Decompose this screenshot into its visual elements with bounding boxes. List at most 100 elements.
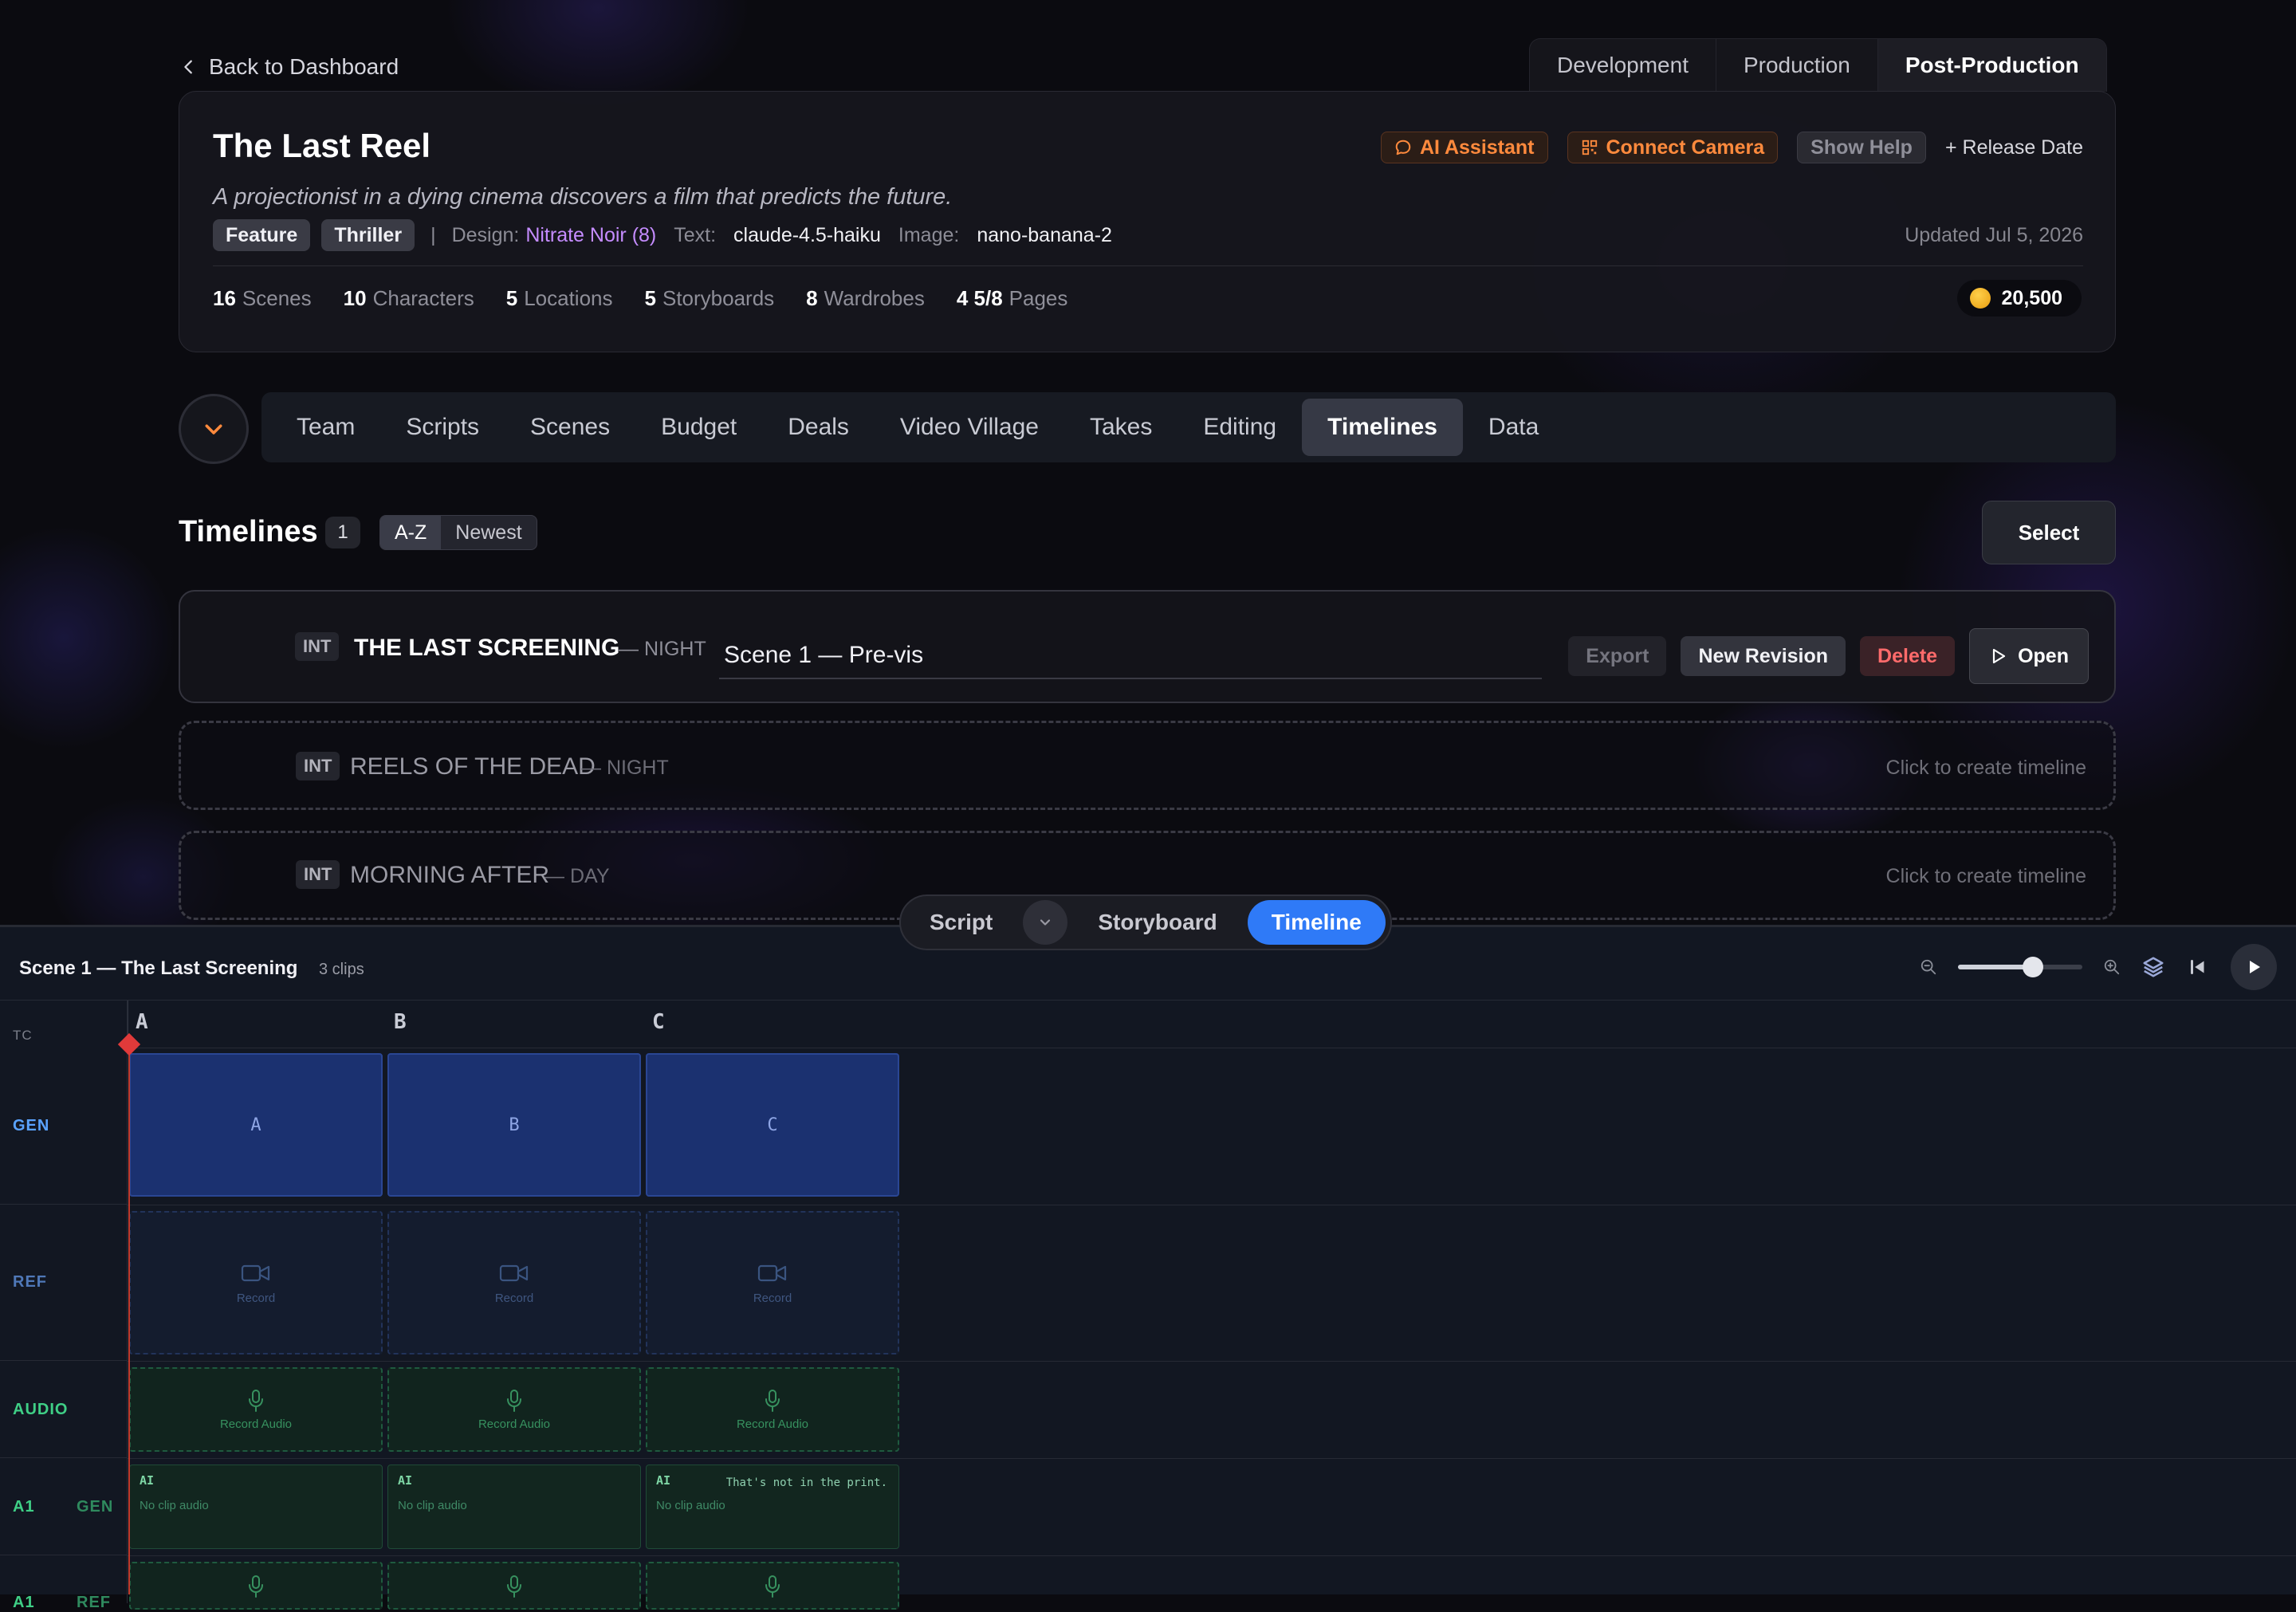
select-button[interactable]: Select xyxy=(1982,501,2116,564)
audio-record-slot[interactable]: Record Audio xyxy=(387,1367,641,1452)
design-label: Design: xyxy=(451,223,520,246)
tab-post-production[interactable]: Post-Production xyxy=(1877,39,2106,92)
timeline-ruler[interactable]: A B C xyxy=(128,1001,2296,1048)
zoom-in-icon[interactable] xyxy=(2103,958,2121,976)
nav-scenes[interactable]: Scenes xyxy=(505,399,635,456)
ref-record-slot[interactable]: Record xyxy=(646,1211,899,1354)
scene-name: REELS OF THE DEAD xyxy=(350,753,596,780)
no-clip-audio-note: No clip audio xyxy=(140,1499,209,1512)
mode-timeline[interactable]: Timeline xyxy=(1247,900,1386,945)
record-audio-label: Record Audio xyxy=(478,1417,551,1431)
playhead-line xyxy=(128,1044,130,1594)
project-logline: A projectionist in a dying cinema discov… xyxy=(213,184,953,210)
chevron-left-icon xyxy=(184,60,192,74)
collapse-toggle-button[interactable] xyxy=(179,394,249,464)
divider xyxy=(213,265,2083,266)
nav-scripts[interactable]: Scripts xyxy=(380,399,505,456)
time-of-day: — NIGHT xyxy=(619,638,706,660)
sort-az-option[interactable]: A-Z xyxy=(380,516,442,549)
ai-audio-clip[interactable]: AI No clip audio That's not in the print… xyxy=(646,1465,899,1549)
ruler-mark-a: A xyxy=(136,1010,148,1034)
create-timeline-hint: Click to create timeline xyxy=(1885,757,2086,779)
open-button[interactable]: Open xyxy=(1969,628,2089,684)
track-label-a1-gen: A1 GEN xyxy=(0,1458,128,1555)
mode-script[interactable]: Script xyxy=(906,900,1016,945)
connect-camera-label: Connect Camera xyxy=(1606,136,1765,159)
show-help-button[interactable]: Show Help xyxy=(1797,132,1926,163)
meta-separator: | xyxy=(431,223,436,246)
qr-code-icon xyxy=(1582,140,1597,155)
nav-video-village[interactable]: Video Village xyxy=(875,399,1064,456)
chat-bubble-icon xyxy=(1395,140,1411,155)
play-button[interactable] xyxy=(2231,944,2277,990)
nav-editing[interactable]: Editing xyxy=(1177,399,1302,456)
layers-icon[interactable] xyxy=(2141,955,2165,979)
gen-clip-a[interactable]: A xyxy=(129,1053,383,1197)
timelines-heading: Timelines xyxy=(179,515,318,548)
ref-record-slot[interactable]: Record xyxy=(129,1211,383,1354)
delete-button[interactable]: Delete xyxy=(1860,636,1956,676)
audio-record-slot[interactable]: Record Audio xyxy=(129,1367,383,1452)
zoom-slider[interactable] xyxy=(1958,957,2082,977)
project-card: The Last Reel AI Assistant Connect Camer… xyxy=(179,91,2116,352)
release-date-button[interactable]: + Release Date xyxy=(1945,132,2083,163)
record-audio-label: Record Audio xyxy=(736,1417,809,1431)
zoom-slider-thumb[interactable] xyxy=(2022,957,2043,977)
video-camera-icon xyxy=(241,1264,270,1281)
ruler-mark-b: B xyxy=(394,1010,407,1034)
create-timeline-hint: Click to create timeline xyxy=(1885,865,2086,887)
tab-development[interactable]: Development xyxy=(1530,39,1716,92)
nav-takes[interactable]: Takes xyxy=(1064,399,1177,456)
create-timeline-row[interactable]: INT REELS OF THE DEAD — NIGHT Click to c… xyxy=(179,721,2116,810)
image-model-value: nano-banana-2 xyxy=(977,223,1112,246)
stat-locations: 5 Locations xyxy=(505,286,613,310)
video-camera-icon xyxy=(757,1264,787,1281)
export-button[interactable]: Export xyxy=(1568,636,1667,676)
ai-assistant-button[interactable]: AI Assistant xyxy=(1380,132,1548,163)
gen-clip-c[interactable]: C xyxy=(646,1053,899,1197)
project-actions: AI Assistant Connect Camera Show Help + … xyxy=(1380,132,2083,163)
track-label-audio: AUDIO xyxy=(0,1361,128,1458)
tag-thriller: Thriller xyxy=(321,219,415,251)
int-ext-badge: INT xyxy=(296,860,340,889)
project-stats: 16 Scenes 10 Characters 5 Locations 5 Storyb… xyxy=(213,286,1067,311)
track-label-a1-ref: A1 REF xyxy=(0,1555,128,1611)
stat-storyboards: 5 Storyboards xyxy=(644,286,775,310)
ai-audio-clip[interactable]: AI No clip audio xyxy=(129,1465,383,1549)
ref-record-slot[interactable]: Record xyxy=(387,1211,641,1354)
nav-deals[interactable]: Deals xyxy=(762,399,875,456)
stat-scenes: 16 Scenes xyxy=(213,286,312,310)
stat-wardrobes: 8 Wardrobes xyxy=(806,286,925,310)
ai-audio-clip[interactable]: AI No clip audio xyxy=(387,1465,641,1549)
clip-label: B xyxy=(509,1115,520,1135)
no-clip-audio-note: No clip audio xyxy=(398,1499,467,1512)
nav-budget[interactable]: Budget xyxy=(635,399,762,456)
mode-storyboard[interactable]: Storyboard xyxy=(1074,900,1240,945)
text-model-value: claude-4.5-haiku xyxy=(733,223,881,246)
sort-newest-option[interactable]: Newest xyxy=(441,516,536,549)
back-to-dashboard-link[interactable]: Back to Dashboard xyxy=(180,54,399,80)
revision-name-input[interactable] xyxy=(719,633,1542,679)
zoom-out-icon[interactable] xyxy=(1920,958,1937,976)
scene-name: THE LAST SCREENING xyxy=(354,635,620,661)
new-revision-button[interactable]: New Revision xyxy=(1681,636,1846,676)
tab-production[interactable]: Production xyxy=(1716,39,1878,92)
track-name: A1 xyxy=(13,1498,35,1516)
record-label: Record xyxy=(236,1291,276,1305)
connect-camera-button[interactable]: Connect Camera xyxy=(1567,132,1779,163)
audio-record-slot[interactable] xyxy=(387,1562,641,1610)
timeline-row: INT THE LAST SCREENING — NIGHT Export Ne… xyxy=(179,590,2116,703)
nav-timelines[interactable]: Timelines xyxy=(1302,399,1463,456)
nav-team[interactable]: Team xyxy=(271,399,380,456)
audio-record-slot[interactable] xyxy=(646,1562,899,1610)
gen-clip-b[interactable]: B xyxy=(387,1053,641,1197)
track-name: REF xyxy=(13,1273,47,1291)
mode-dropdown-button[interactable] xyxy=(1023,900,1068,945)
skip-to-start-icon[interactable] xyxy=(2186,955,2210,979)
project-meta: Feature Thriller | Design: Nitrate Noir … xyxy=(213,219,1112,251)
audio-record-slot[interactable] xyxy=(129,1562,383,1610)
sort-toggle: A-Z Newest xyxy=(379,515,537,550)
background-glow xyxy=(0,526,175,749)
nav-data[interactable]: Data xyxy=(1463,399,1564,456)
audio-record-slot[interactable]: Record Audio xyxy=(646,1367,899,1452)
